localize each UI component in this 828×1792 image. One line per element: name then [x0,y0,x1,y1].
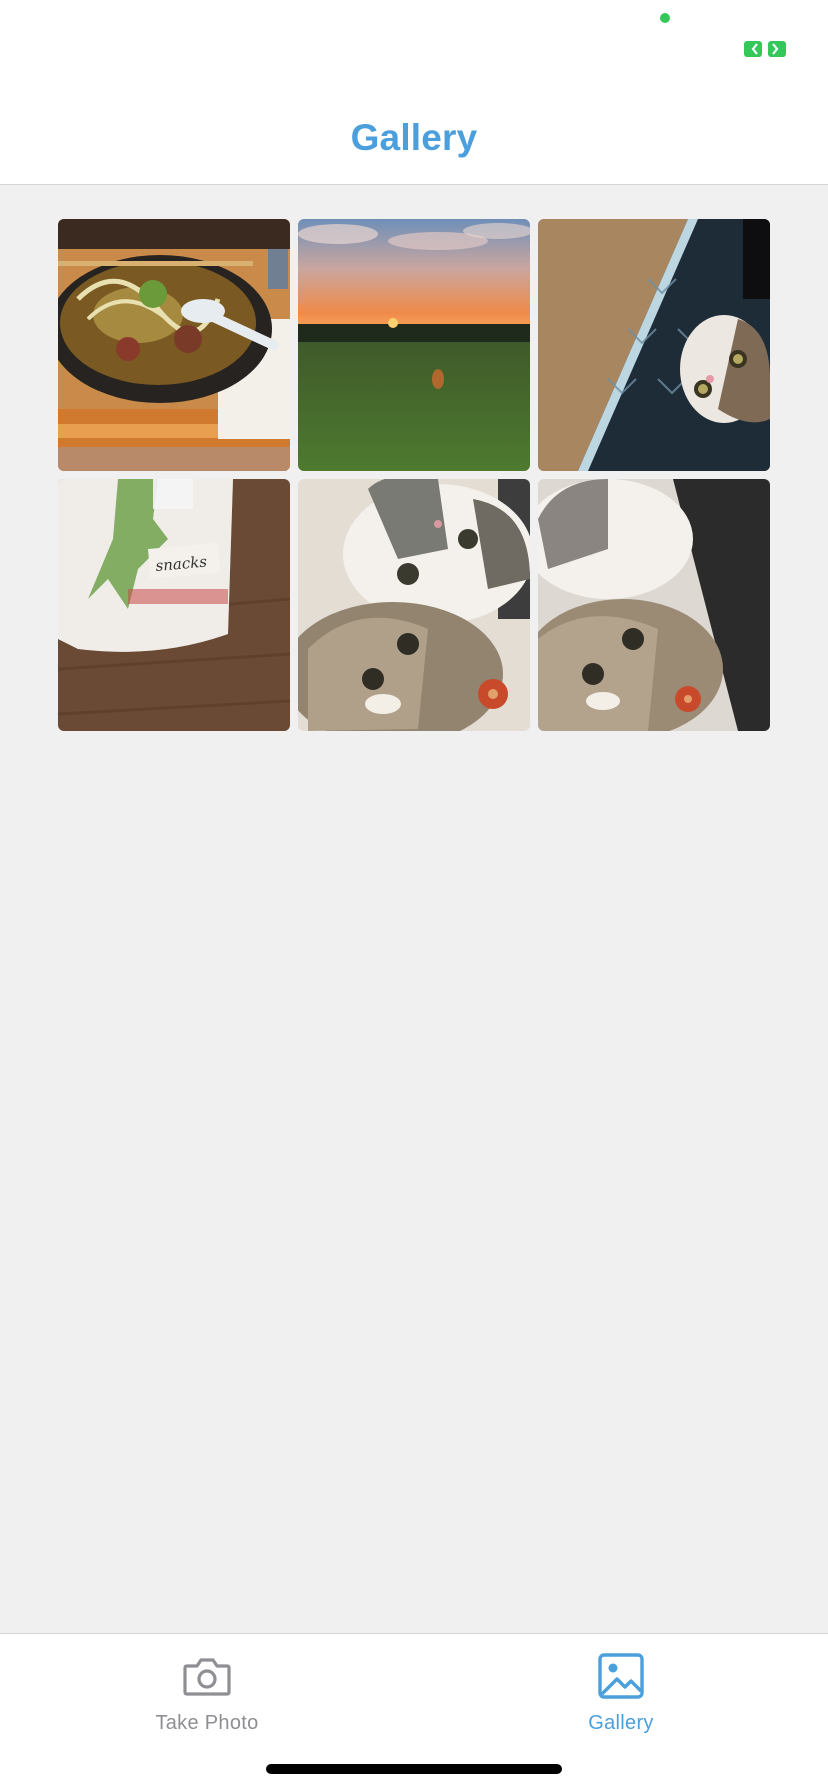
photo-thumbnail-cat-in-box[interactable] [538,219,770,471]
image-icon [598,1653,644,1699]
photo-thumbnail-two-cats-alt[interactable] [538,479,770,731]
tab-bar: Take Photo Gallery [0,1633,828,1792]
page-title: Gallery [350,117,478,158]
photo-thumbnail-sunset[interactable] [298,219,530,471]
noodle-soup-photo [58,219,290,471]
connection-status-icon [744,41,786,57]
cat-in-box-photo [538,219,770,471]
photo-grid: snacks [58,219,770,731]
photo-thumbnail-snacks[interactable]: snacks [58,479,290,731]
tab-gallery-label: Gallery [588,1712,654,1734]
two-cats-alt-photo [538,479,770,731]
camera-in-use-indicator [660,13,670,23]
navigation-header: Gallery [0,90,828,185]
tab-take-photo[interactable]: Take Photo [107,1634,307,1744]
tab-take-photo-label: Take Photo [155,1712,259,1734]
photo-thumbnail-two-cats[interactable] [298,479,530,731]
sunset-photo [298,219,530,471]
home-indicator[interactable] [266,1764,562,1774]
tab-gallery[interactable]: Gallery [521,1634,721,1744]
camera-icon [183,1658,231,1696]
status-bar [0,0,828,90]
snacks-photo: snacks [58,479,290,731]
two-cats-photo [298,479,530,731]
photo-thumbnail-noodle-soup[interactable] [58,219,290,471]
app-screen: Gallery snacks Take Photo Gallery [0,0,828,1792]
